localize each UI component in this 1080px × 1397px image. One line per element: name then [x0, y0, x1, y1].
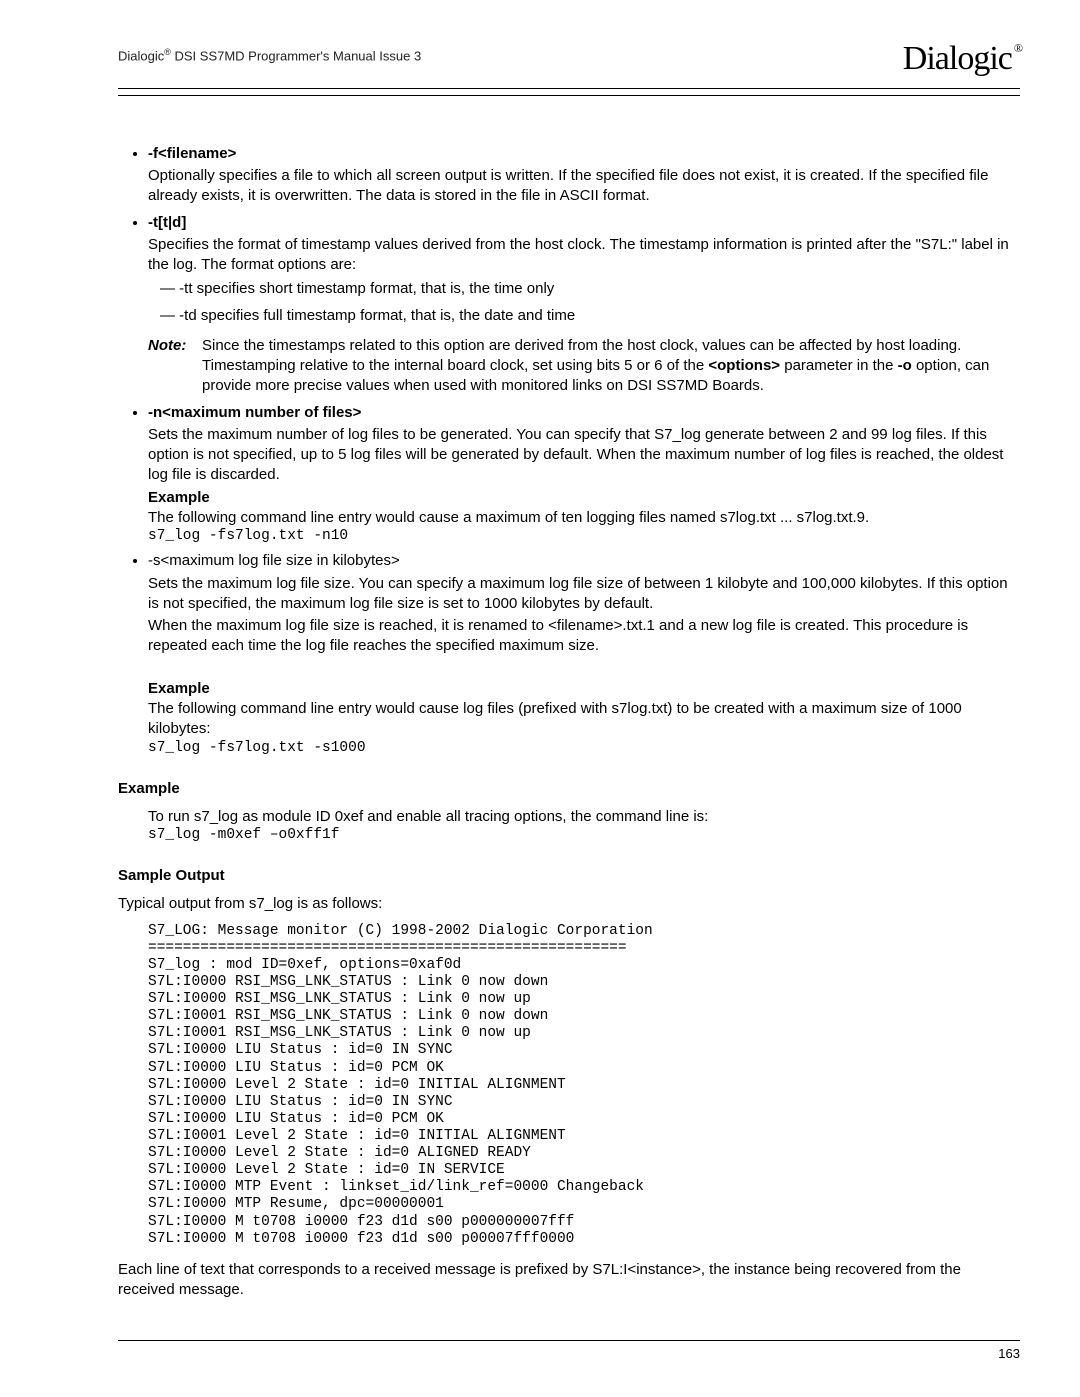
- option-n: -n<maximum number of files> Sets the max…: [148, 403, 1020, 546]
- footer-rule: [118, 1340, 1020, 1341]
- example-command: s7_log -m0xef –o0xff1f: [148, 827, 1020, 844]
- option-body: Sets the maximum number of log files to …: [148, 425, 1020, 486]
- reg-mark: ®: [164, 47, 171, 57]
- example-label: Example: [148, 488, 1020, 508]
- option-s: -s<maximum log file size in kilobytes> S…: [148, 551, 1020, 756]
- option-body: Optionally specifies a file to which all…: [148, 166, 1020, 207]
- option-body: Specifies the format of timestamp values…: [148, 235, 1020, 276]
- option-head: -f<filename>: [148, 144, 1020, 164]
- format-options-list: -tt specifies short timestamp format, th…: [160, 279, 1020, 326]
- option-t: -t[t|d] Specifies the format of timestam…: [148, 213, 1020, 397]
- sample-output-block: S7_LOG: Message monitor (C) 1998-2002 Di…: [148, 923, 1020, 1248]
- closing-paragraph: Each line of text that corresponds to a …: [118, 1260, 1020, 1301]
- option-head: -t[t|d]: [148, 213, 1020, 233]
- page-header: Dialogic® DSI SS7MD Programmer's Manual …: [118, 40, 1020, 89]
- example-code: s7_log -fs7log.txt -n10: [148, 528, 1020, 545]
- brand-logo: Dialogic®: [903, 36, 1020, 82]
- sample-output-intro: Typical output from s7_log is as follows…: [118, 894, 1020, 914]
- format-option: -td specifies full timestamp format, tha…: [160, 306, 1020, 326]
- header-rule: [118, 95, 1020, 96]
- doc-title: Dialogic® DSI SS7MD Programmer's Manual …: [118, 40, 421, 65]
- example-label: Example: [148, 679, 1020, 699]
- note: Note: Since the timestamps related to th…: [148, 336, 1020, 397]
- options-list: -f<filename> Optionally specifies a file…: [148, 144, 1020, 757]
- example-heading: Example: [118, 779, 1020, 799]
- example-text: The following command line entry would c…: [148, 508, 1020, 528]
- option-f: -f<filename> Optionally specifies a file…: [148, 144, 1020, 207]
- option-head: -n<maximum number of files>: [148, 403, 1020, 423]
- note-label: Note:: [148, 336, 202, 397]
- option-body-2: When the maximum log file size is reache…: [148, 616, 1020, 657]
- sample-output-heading: Sample Output: [118, 866, 1020, 886]
- example-code: s7_log -fs7log.txt -s1000: [148, 740, 1020, 757]
- page-number: 163: [998, 1345, 1020, 1363]
- doc-title-suffix: DSI SS7MD Programmer's Manual Issue 3: [171, 48, 421, 63]
- doc-title-prefix: Dialogic: [118, 48, 164, 63]
- example-intro: To run s7_log as module ID 0xef and enab…: [148, 807, 1020, 827]
- option-body: Sets the maximum log file size. You can …: [148, 574, 1020, 615]
- format-option: -tt specifies short timestamp format, th…: [160, 279, 1020, 299]
- option-head-plain: -s<maximum log file size in kilobytes>: [148, 551, 1020, 571]
- note-text: Since the timestamps related to this opt…: [202, 336, 1020, 397]
- example-text: The following command line entry would c…: [148, 699, 1020, 740]
